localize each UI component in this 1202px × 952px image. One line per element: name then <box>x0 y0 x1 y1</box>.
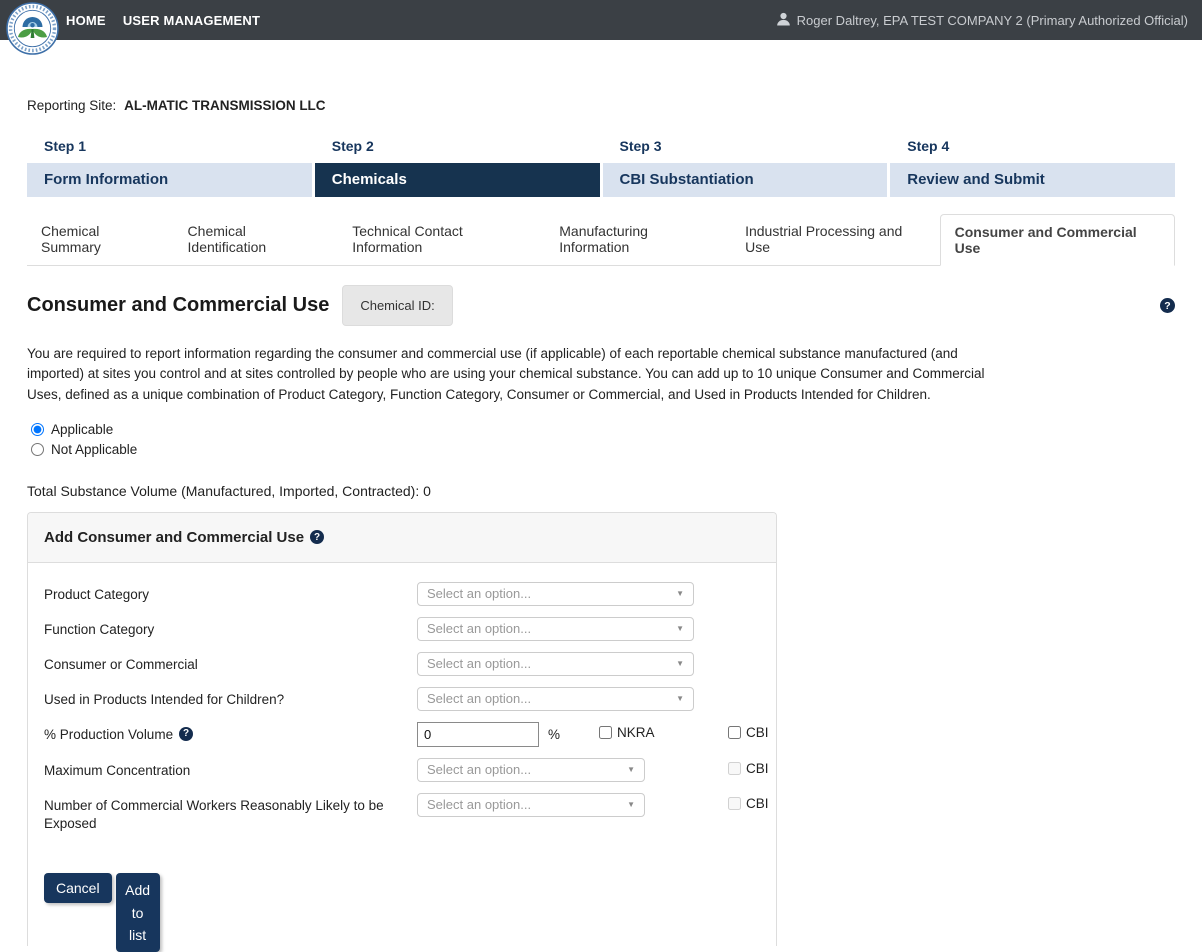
tab-technical-contact-information[interactable]: Technical Contact Information <box>338 214 545 266</box>
children-products-label: Used in Products Intended for Children? <box>44 687 417 711</box>
production-volume-unit: % <box>548 727 560 742</box>
add-to-list-button[interactable]: Add to list <box>116 873 160 952</box>
max-concentration-cbi-checkbox: CBI <box>728 761 769 776</box>
step-1-form-information[interactable]: Form Information <box>27 163 312 197</box>
workers-exposed-cbi-input <box>728 797 741 810</box>
reporting-site: Reporting Site: AL-MATIC TRANSMISSION LL… <box>27 98 1175 113</box>
radio-not-applicable-label: Not Applicable <box>51 442 137 457</box>
cancel-button[interactable]: Cancel <box>44 873 112 903</box>
add-use-panel-title: Add Consumer and Commercial Use <box>44 529 304 546</box>
chevron-down-icon: ▼ <box>676 589 684 598</box>
row-children-products: Used in Products Intended for Children? … <box>44 687 760 711</box>
max-concentration-cbi-input <box>728 762 741 775</box>
user-icon <box>776 12 791 29</box>
add-use-panel-body: Product Category Select an option... ▼ F… <box>28 563 776 952</box>
nav-link-user-management[interactable]: USER MANAGEMENT <box>123 13 260 28</box>
max-concentration-label: Maximum Concentration <box>44 758 417 782</box>
production-volume-label: % Production Volume ? <box>44 722 417 747</box>
add-use-panel: Add Consumer and Commercial Use ? Produc… <box>27 512 777 946</box>
product-category-placeholder: Select an option... <box>427 586 531 601</box>
epa-logo <box>6 2 59 55</box>
add-use-help-icon[interactable]: ? <box>310 530 324 544</box>
step-1-number: Step 1 <box>27 138 312 163</box>
consumer-or-commercial-placeholder: Select an option... <box>427 656 531 671</box>
step-4-review-and-submit[interactable]: Review and Submit <box>890 163 1175 197</box>
tab-consumer-and-commercial-use[interactable]: Consumer and Commercial Use <box>940 214 1175 266</box>
max-concentration-placeholder: Select an option... <box>427 762 531 777</box>
page-heading-row: Consumer and Commercial Use Chemical ID:… <box>27 285 1175 326</box>
row-max-concentration: Maximum Concentration Select an option..… <box>44 758 760 782</box>
production-volume-help-icon[interactable]: ? <box>179 727 193 741</box>
row-production-volume: % Production Volume ? % NKRA CBI <box>44 722 760 747</box>
step-2: Step 2 Chemicals <box>315 138 600 197</box>
step-4-number: Step 4 <box>890 138 1175 163</box>
total-substance-volume: Total Substance Volume (Manufactured, Im… <box>27 483 1175 499</box>
step-2-number: Step 2 <box>315 138 600 163</box>
consumer-or-commercial-label: Consumer or Commercial <box>44 652 417 676</box>
page-title: Consumer and Commercial Use <box>27 294 329 317</box>
tab-chemical-summary[interactable]: Chemical Summary <box>27 214 174 266</box>
nkra-checkbox-input[interactable] <box>599 726 612 739</box>
product-category-select[interactable]: Select an option... ▼ <box>417 582 694 606</box>
step-4: Step 4 Review and Submit <box>890 138 1175 197</box>
step-3-number: Step 3 <box>603 138 888 163</box>
workers-exposed-label: Number of Commercial Workers Reasonably … <box>44 793 417 833</box>
consumer-or-commercial-select[interactable]: Select an option... ▼ <box>417 652 694 676</box>
nkra-checkbox[interactable]: NKRA <box>599 725 655 740</box>
radio-applicable-input[interactable] <box>31 423 44 436</box>
radio-applicable-label: Applicable <box>51 422 113 437</box>
product-category-label: Product Category <box>44 582 417 606</box>
reporting-site-value: AL-MATIC TRANSMISSION LLC <box>124 98 325 113</box>
nav-link-home[interactable]: HOME <box>66 13 106 28</box>
step-3: Step 3 CBI Substantiation <box>603 138 888 197</box>
children-products-placeholder: Select an option... <box>427 691 531 706</box>
chevron-down-icon: ▼ <box>676 694 684 703</box>
step-wizard: Step 1 Form Information Step 2 Chemicals… <box>27 138 1175 197</box>
chevron-down-icon: ▼ <box>627 800 635 809</box>
radio-not-applicable-input[interactable] <box>31 443 44 456</box>
workers-exposed-select[interactable]: Select an option... ▼ <box>417 793 645 817</box>
chevron-down-icon: ▼ <box>676 659 684 668</box>
nav-links: HOME USER MANAGEMENT <box>66 13 260 28</box>
production-volume-input[interactable] <box>417 722 539 747</box>
radio-not-applicable[interactable]: Not Applicable <box>31 440 1175 460</box>
function-category-placeholder: Select an option... <box>427 621 531 636</box>
workers-exposed-cbi-checkbox: CBI <box>728 796 769 811</box>
row-product-category: Product Category Select an option... ▼ <box>44 582 760 606</box>
children-products-select[interactable]: Select an option... ▼ <box>417 687 694 711</box>
row-function-category: Function Category Select an option... ▼ <box>44 617 760 641</box>
add-use-panel-header: Add Consumer and Commercial Use ? <box>28 513 776 563</box>
tab-manufacturing-information[interactable]: Manufacturing Information <box>545 214 731 266</box>
function-category-select[interactable]: Select an option... ▼ <box>417 617 694 641</box>
intro-paragraph: You are required to report information r… <box>27 344 992 405</box>
function-category-label: Function Category <box>44 617 417 641</box>
row-consumer-or-commercial: Consumer or Commercial Select an option.… <box>44 652 760 676</box>
chemical-id-button[interactable]: Chemical ID: <box>342 285 452 326</box>
production-volume-cbi-input[interactable] <box>728 726 741 739</box>
production-volume-cbi-checkbox[interactable]: CBI <box>728 725 769 740</box>
workers-exposed-placeholder: Select an option... <box>427 797 531 812</box>
applicability-radio-group: Applicable Not Applicable <box>31 420 1175 460</box>
step-1: Step 1 Form Information <box>27 138 312 197</box>
radio-applicable[interactable]: Applicable <box>31 420 1175 440</box>
page-help-icon[interactable]: ? <box>1160 298 1175 313</box>
step-3-cbi-substantiation[interactable]: CBI Substantiation <box>603 163 888 197</box>
user-menu[interactable]: Roger Daltrey, EPA TEST COMPANY 2 (Prima… <box>776 12 1188 29</box>
tab-industrial-processing-and-use[interactable]: Industrial Processing and Use <box>731 214 940 266</box>
step-2-chemicals[interactable]: Chemicals <box>315 163 600 197</box>
row-workers-exposed: Number of Commercial Workers Reasonably … <box>44 793 760 833</box>
chevron-down-icon: ▼ <box>676 624 684 633</box>
top-navbar: HOME USER MANAGEMENT Roger Daltrey, EPA … <box>0 0 1202 40</box>
chevron-down-icon: ▼ <box>627 765 635 774</box>
max-concentration-select[interactable]: Select an option... ▼ <box>417 758 645 782</box>
reporting-site-label: Reporting Site: <box>27 98 116 113</box>
chemical-tabs: Chemical Summary Chemical Identification… <box>27 214 1175 266</box>
tab-chemical-identification[interactable]: Chemical Identification <box>174 214 339 266</box>
panel-buttons: Cancel Add to list <box>44 873 760 952</box>
user-name-text: Roger Daltrey, EPA TEST COMPANY 2 (Prima… <box>797 13 1188 28</box>
